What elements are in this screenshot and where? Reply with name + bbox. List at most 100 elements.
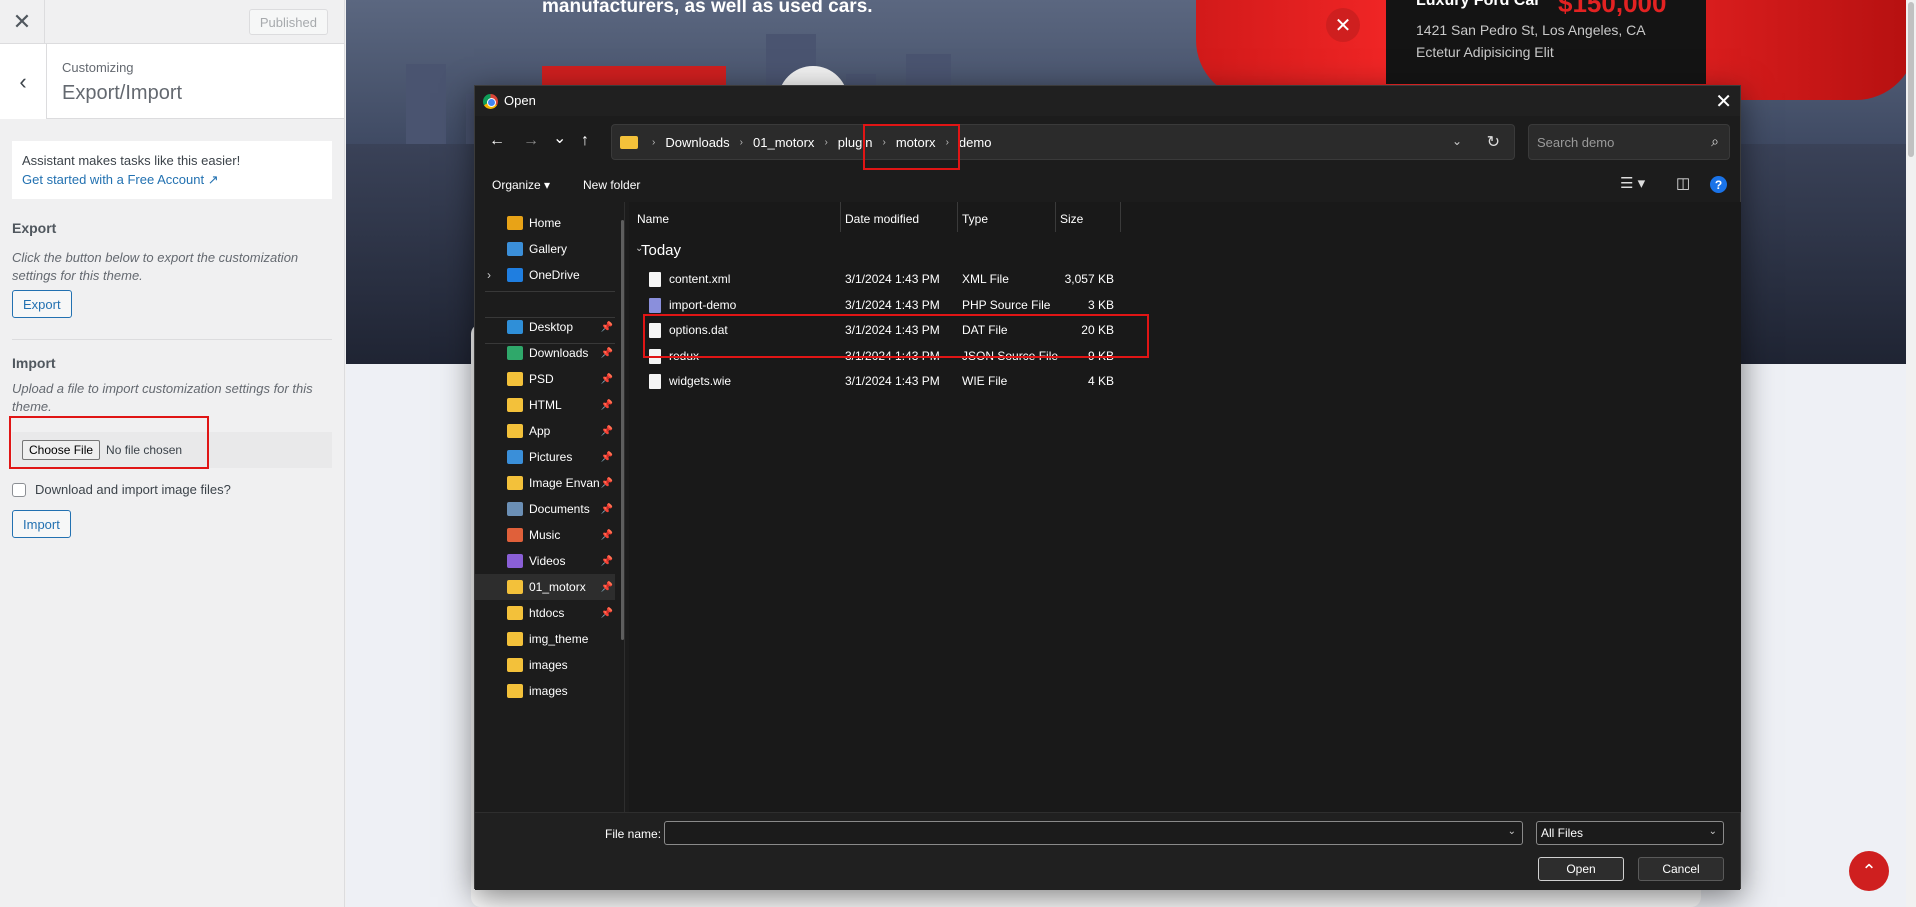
preview-pane-icon[interactable]: ◫ <box>1676 174 1690 192</box>
column-divider[interactable] <box>840 202 841 232</box>
nav-item-label: Music <box>529 528 561 542</box>
open-button[interactable]: Open <box>1538 857 1624 881</box>
nav-item[interactable]: images <box>475 678 615 704</box>
nav-item[interactable]: Desktop 📌 <box>475 314 615 340</box>
customizer-panel: ✕ Published ‹ Customizing Export/Import … <box>0 0 345 907</box>
car-address: 1421 San Pedro St, Los Angeles, CA <box>1416 22 1646 38</box>
videos-icon <box>507 554 523 568</box>
breadcrumb-downloads[interactable]: Downloads <box>665 135 729 150</box>
nav-item[interactable]: Downloads 📌 <box>475 340 615 366</box>
free-account-link[interactable]: Get started with a Free Account ↗ <box>22 172 322 188</box>
chevron-down-icon[interactable]: ⌄ <box>1508 826 1516 837</box>
folder-icon <box>507 580 523 594</box>
scroll-to-top-button[interactable]: ⌃ <box>1849 851 1889 891</box>
nav-item-label: HTML <box>529 398 562 412</box>
export-button[interactable]: Export <box>12 290 72 318</box>
pin-icon: 📌 <box>600 555 613 567</box>
view-options-icon[interactable]: ☰ ▾ <box>1620 174 1645 192</box>
back-arrow-icon[interactable]: ← <box>489 132 505 150</box>
column-header-date[interactable]: Date modified <box>845 212 919 226</box>
nav-item[interactable]: 01_motorx 📌 <box>475 574 615 600</box>
forward-arrow-icon[interactable]: → <box>523 132 539 150</box>
search-input[interactable]: Search demo ⌕ <box>1528 124 1730 160</box>
documents-icon <box>507 502 523 516</box>
nav-item[interactable]: Image Envan 📌 <box>475 470 615 496</box>
folder-icon <box>507 606 523 620</box>
music-icon <box>507 528 523 542</box>
file-date: 3/1/2024 1:43 PM <box>845 374 940 388</box>
file-name: widgets.wie <box>669 374 732 388</box>
nav-item-label: Downloads <box>529 346 589 360</box>
close-customizer-button[interactable]: ✕ <box>0 0 45 44</box>
pin-icon: 📌 <box>600 347 613 359</box>
chevron-down-icon: ⌄ <box>1708 826 1717 837</box>
close-icon[interactable]: ✕ <box>1326 8 1360 42</box>
column-divider[interactable] <box>1055 202 1056 232</box>
nav-item[interactable]: HTML 📌 <box>475 392 615 418</box>
file-type: XML File <box>962 272 1009 286</box>
file-row[interactable]: widgets.wie 3/1/2024 1:43 PM WIE File 4 KB <box>629 368 1269 394</box>
download-images-label: Download and import image files? <box>35 482 231 497</box>
assistant-notice: Assistant makes tasks like this easier! … <box>12 141 332 199</box>
pin-icon: 📌 <box>600 529 613 541</box>
nav-item[interactable]: Home <box>475 210 615 236</box>
folder-icon <box>507 424 523 438</box>
dialog-close-button[interactable]: ✕ <box>1715 89 1732 114</box>
highlight-box <box>643 314 1149 358</box>
column-header-size[interactable]: Size <box>1060 212 1083 226</box>
recent-locations-icon[interactable]: ⌄ <box>553 128 566 148</box>
import-button[interactable]: Import <box>12 510 71 538</box>
column-header-type[interactable]: Type <box>962 212 988 226</box>
file-row[interactable]: content.xml 3/1/2024 1:43 PM XML File 3,057… <box>629 266 1269 292</box>
nav-item[interactable]: App 📌 <box>475 418 615 444</box>
download-images-option[interactable]: Download and import image files? <box>12 482 231 497</box>
nav-item[interactable]: img_theme <box>475 626 615 652</box>
help-icon[interactable]: ? <box>1710 176 1727 193</box>
nav-item-label: Desktop <box>529 320 574 334</box>
organize-button[interactable]: Organize ▾ <box>492 178 550 192</box>
breadcrumb-demo[interactable]: demo <box>959 135 992 150</box>
back-button[interactable]: ‹ <box>0 44 47 119</box>
nav-item[interactable]: Gallery <box>475 236 615 262</box>
breadcrumb-01-motorx[interactable]: 01_motorx <box>753 135 814 150</box>
nav-item[interactable]: Music 📌 <box>475 522 615 548</box>
home-icon <box>507 216 523 230</box>
column-divider[interactable] <box>1120 202 1121 232</box>
nav-item[interactable]: htdocs 📌 <box>475 600 615 626</box>
nav-item-label: Gallery <box>529 242 568 256</box>
nav-item-label: Videos <box>529 554 566 568</box>
file-type-select[interactable]: All Files ⌄ <box>1536 821 1724 845</box>
nav-item[interactable]: images <box>475 652 615 678</box>
download-images-checkbox[interactable] <box>12 482 26 497</box>
group-header-today[interactable]: ⌄ Today <box>635 242 682 259</box>
file-date: 3/1/2024 1:43 PM <box>845 297 940 312</box>
column-header-name[interactable]: Name <box>637 212 669 226</box>
cancel-button[interactable]: Cancel <box>1638 857 1724 881</box>
folder-icon <box>507 476 523 490</box>
chrome-icon <box>483 94 498 109</box>
nav-item-label: 01_motorx <box>529 580 586 594</box>
nav-item-label: images <box>529 658 568 672</box>
nav-scrollbar[interactable] <box>621 220 624 640</box>
export-heading: Export <box>12 220 57 236</box>
address-dropdown-icon[interactable]: ⌄ <box>1452 134 1462 148</box>
address-bar[interactable]: › Downloads › 01_motorx › plugin › motor… <box>611 124 1515 160</box>
group-label: Today <box>641 242 682 259</box>
file-name-input[interactable]: ⌄ <box>664 821 1523 845</box>
pin-icon: 📌 <box>600 581 613 593</box>
nav-item[interactable]: Documents 📌 <box>475 496 615 522</box>
file-name: import-demo <box>669 297 737 312</box>
nav-item[interactable]: PSD 📌 <box>475 366 615 392</box>
nav-item[interactable]: Videos 📌 <box>475 548 615 574</box>
expand-chevron-icon[interactable]: › <box>487 268 491 282</box>
refresh-icon[interactable]: ↻ <box>1487 132 1500 152</box>
nav-item[interactable]: Pictures 📌 <box>475 444 615 470</box>
up-arrow-icon[interactable]: ↑ <box>581 132 589 150</box>
published-button[interactable]: Published <box>248 9 328 35</box>
nav-item-label: Home <box>529 216 562 230</box>
nav-item[interactable]: › OneDrive <box>475 262 615 288</box>
nav-item-label: htdocs <box>529 606 565 620</box>
new-folder-button[interactable]: New folder <box>583 178 640 192</box>
page-scrollbar-thumb[interactable] <box>1908 2 1914 157</box>
column-divider[interactable] <box>957 202 958 232</box>
